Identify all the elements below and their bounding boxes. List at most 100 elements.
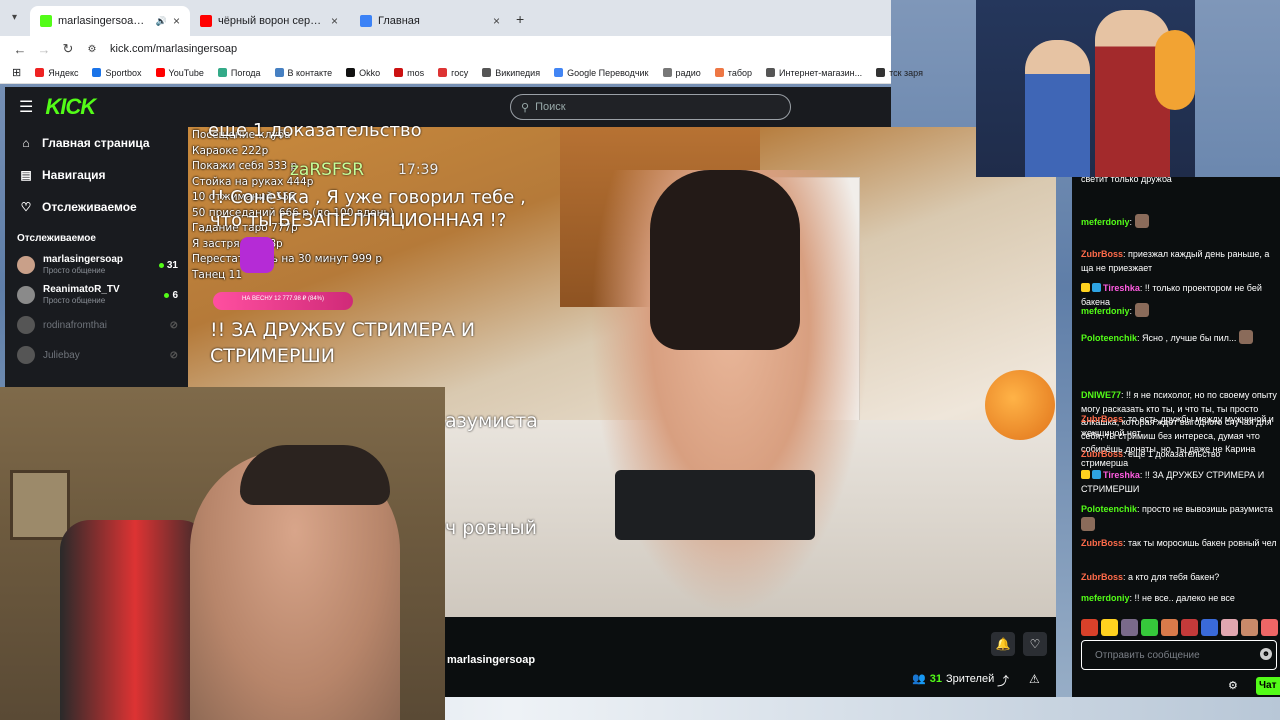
performer-third (1155, 30, 1195, 110)
tab-search-icon[interactable]: ▾ (12, 12, 17, 23)
bookmark-item[interactable]: Википедия (482, 68, 540, 78)
sidebar: ⌂ Главная страница ▤ Навигация ♡ Отслеживаемо… (5, 127, 188, 387)
emote-icon[interactable] (1121, 619, 1138, 636)
site-info-icon[interactable]: ⚙ (80, 44, 104, 55)
apps-icon[interactable]: ⊞ (12, 66, 21, 79)
bookmark-label: Sportbox (105, 67, 142, 78)
bookmark-item[interactable]: Интернет-магазин... (766, 68, 862, 78)
chat-text: : (1129, 306, 1133, 316)
subscriber-badge-icon (1092, 470, 1101, 479)
close-tab-icon[interactable]: × (493, 14, 500, 28)
followed-channel[interactable]: Juliebay ⊘ (5, 340, 188, 370)
sidebar-item-label: Главная страница (42, 136, 150, 150)
hamburger-menu-icon[interactable]: ☰ (19, 97, 33, 117)
bookmark-item[interactable]: В контакте (274, 68, 332, 78)
notifications-bell-icon[interactable]: 🔔 (991, 632, 1015, 656)
address-bar-row: ← → ↻ ⚙ kick.com/marlasingersoap (0, 36, 891, 62)
offline-icon: ⊘ (169, 319, 178, 331)
chat-username[interactable]: ZubrBoss (1081, 249, 1123, 259)
chat-text: : а кто для тебя бакен? (1123, 572, 1220, 582)
speaker-icon[interactable]: 🔊 (156, 16, 167, 27)
bookmark-item[interactable]: YouTube (155, 68, 204, 78)
chat-settings-gear-icon[interactable]: ⚙ (1228, 679, 1238, 692)
emote-icon[interactable] (1161, 619, 1178, 636)
emote-icon[interactable] (1241, 619, 1258, 636)
followed-channel[interactable]: ReanimatoR_TV Просто общение 6 (5, 280, 188, 310)
bookmark-label: Википедия (495, 67, 541, 78)
chat-username[interactable]: Tireshka (1103, 470, 1140, 480)
bookmark-icon (554, 68, 564, 77)
sidebar-nav: ⌂ Главная страница ▤ Навигация ♡ Отслеживаемо… (5, 127, 188, 223)
chat-username[interactable]: meferdoniy (1081, 306, 1130, 316)
channel-name: Juliebay (43, 349, 80, 361)
emote-icon[interactable] (1201, 619, 1218, 636)
chat-username[interactable]: DNIWE77 (1081, 390, 1121, 400)
bookmark-item[interactable]: Sportbox (92, 67, 142, 78)
emoji-picker-icon[interactable]: ☻ (1260, 648, 1272, 660)
sidebar-item-following[interactable]: ♡ Отслеживаемое (5, 191, 188, 223)
chat-username[interactable]: ZubrBoss (1081, 538, 1123, 548)
tab-youtube[interactable]: чёрный ворон сериал - YouTu × (190, 6, 348, 36)
new-tab-button[interactable]: + (516, 11, 524, 27)
tab-title: чёрный ворон сериал - YouTu (218, 15, 325, 27)
emote-icon[interactable] (1141, 619, 1158, 636)
followed-channel[interactable]: marlasingersoap Просто общение 31 (5, 250, 188, 280)
sidebar-item-label: Навигация (42, 168, 106, 182)
emote-icon[interactable] (1261, 619, 1278, 636)
chat-username[interactable]: ZubrBoss (1081, 449, 1123, 459)
bookmark-item[interactable]: Google Переводчик (554, 68, 649, 78)
close-tab-icon[interactable]: × (331, 14, 338, 28)
kick-logo[interactable]: KICK (45, 94, 96, 120)
chat-text: : так ты моросишь бакен ровный чел (1123, 538, 1277, 548)
bookmark-item[interactable]: тск заря (876, 68, 923, 78)
channel-meta: rodinafromthai (43, 320, 162, 331)
close-tab-icon[interactable]: × (173, 14, 180, 28)
share-icon[interactable]: ⤴ (997, 672, 1009, 689)
channel-meta: Juliebay (43, 350, 162, 361)
back-icon[interactable]: ← (8, 42, 32, 57)
chat-message: ZubrBoss: еще 1 доказательство (1081, 448, 1278, 462)
followed-channel[interactable]: rodinafromthai ⊘ (5, 310, 188, 340)
chat-message-input[interactable]: Отправить сообщение (1081, 640, 1277, 670)
home-icon: ⌂ (22, 136, 30, 150)
crown-badge-icon (1081, 470, 1090, 479)
search-input[interactable]: ⚲ Поиск (510, 94, 791, 120)
url-field[interactable]: kick.com/marlasingersoap (110, 43, 237, 55)
bookmark-item[interactable]: mos (394, 68, 424, 78)
tab-kick[interactable]: marlasingersoap Stream - V 🔊 × (30, 6, 190, 36)
chat-message: Poloteenchik: Ясно , лучше бы пил... (1081, 330, 1278, 346)
emote-icon[interactable] (1181, 619, 1198, 636)
tab-main[interactable]: Главная × (350, 6, 510, 36)
bookmark-item[interactable]: Яндекс (35, 68, 78, 78)
chat-username[interactable]: meferdoniy (1081, 593, 1130, 603)
bookmark-label: Интернет-магазин... (779, 67, 863, 78)
bookmark-item[interactable]: радио (662, 68, 701, 78)
bookmark-item[interactable]: табор (714, 68, 752, 78)
sidebar-item-label: Отслеживаемое (42, 200, 137, 214)
viewer-count-number: 31 (929, 672, 942, 685)
bookmark-item[interactable]: Okko (346, 68, 380, 78)
sidebar-item-home[interactable]: ⌂ Главная страница (5, 127, 188, 159)
emote-icon[interactable] (1101, 619, 1118, 636)
avatar (17, 286, 35, 304)
forward-icon[interactable]: → (32, 42, 56, 57)
emote-icon[interactable] (1221, 619, 1238, 636)
channel-meta: marlasingersoap Просто общение (43, 254, 151, 276)
chat-username[interactable]: Poloteenchik (1081, 504, 1137, 514)
bookmark-item[interactable]: Погода (217, 68, 261, 78)
chat-username[interactable]: Poloteenchik (1081, 333, 1137, 343)
reload-icon[interactable]: ↻ (56, 41, 80, 57)
follow-heart-icon[interactable]: ♡ (1023, 632, 1047, 656)
chat-username[interactable]: meferdoniy (1081, 217, 1130, 227)
sidebar-item-browse[interactable]: ▤ Навигация (5, 159, 188, 191)
chat-username[interactable]: Tireshka (1103, 283, 1140, 293)
report-icon[interactable]: ⚠ (1029, 672, 1040, 686)
overlay-message-top: еще 1 доказательство (208, 120, 422, 141)
streamer-name[interactable]: marlasingersoap (447, 654, 535, 666)
bookmark-icon (714, 68, 724, 77)
chat-username[interactable]: ZubrBoss (1081, 414, 1123, 424)
bookmark-item[interactable]: госу (438, 68, 468, 78)
chat-username[interactable]: ZubrBoss (1081, 572, 1123, 582)
emote-icon[interactable] (1081, 619, 1098, 636)
chat-send-button[interactable]: Чат (1256, 677, 1280, 695)
